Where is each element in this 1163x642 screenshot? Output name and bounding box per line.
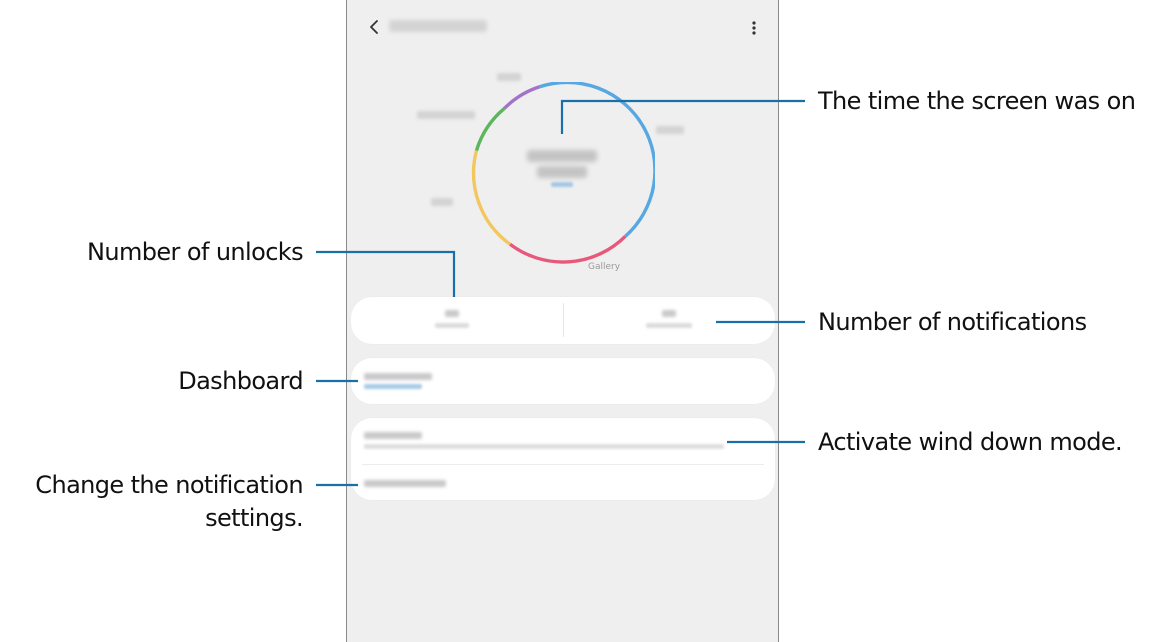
ring-segment-purple — [503, 85, 540, 110]
annotation-notif-settings-line2: settings. — [205, 504, 304, 532]
wind-down-description — [364, 444, 724, 449]
wind-down-title — [364, 432, 422, 439]
chart-label-4 — [431, 198, 453, 206]
annotation-screen-time: The time the screen was on — [818, 87, 1136, 115]
stats-card — [350, 296, 776, 345]
back-icon[interactable] — [365, 16, 383, 38]
stats-divider — [563, 303, 564, 337]
notifications-count — [662, 310, 676, 317]
phone-screen: Gallery — [346, 0, 779, 642]
chart-label-gallery: Gallery — [588, 262, 621, 272]
notifications-settings-title — [364, 480, 446, 487]
app-bar — [347, 0, 778, 56]
ring-segment-yellow — [471, 150, 511, 246]
dashboard-title — [364, 373, 432, 380]
app-bar-title — [389, 20, 487, 32]
annotation-wind-down: Activate wind down mode. — [818, 428, 1123, 456]
chart-label-1 — [497, 73, 521, 81]
unlocks-label — [435, 323, 469, 328]
dashboard-card[interactable] — [350, 357, 776, 405]
chart-label-3 — [656, 126, 684, 134]
dashboard-subtitle — [364, 384, 422, 389]
notifications-label — [646, 323, 692, 328]
screen-time-total — [519, 146, 605, 191]
annotation-unlocks: Number of unlocks — [87, 238, 304, 266]
unlocks-count — [445, 310, 459, 317]
annotation-notif-settings: Change the notification settings. — [35, 469, 303, 535]
notifications-settings-item[interactable] — [350, 465, 776, 501]
wind-down-item[interactable] — [350, 417, 776, 464]
annotation-dashboard: Dashboard — [178, 367, 303, 395]
ring-segment-green — [474, 106, 506, 152]
annotation-notif-settings-line1: Change the notification — [35, 471, 303, 499]
ring-segment-red — [508, 235, 627, 264]
annotation-notifications: Number of notifications — [818, 308, 1087, 336]
chart-label-2 — [417, 111, 475, 119]
more-vertical-icon[interactable] — [750, 17, 758, 39]
settings-card — [350, 417, 776, 501]
